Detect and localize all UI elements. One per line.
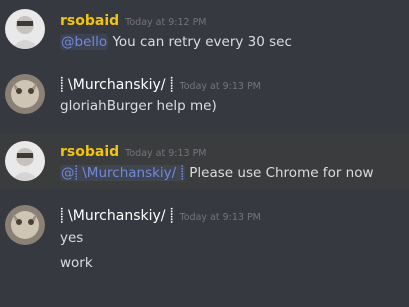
username[interactable]: ⸽ \Murchanskiy/ ⸽	[60, 77, 174, 93]
message-text: @⸽ \Murchanskiy/ ⸽ Please use Chrome for…	[60, 163, 374, 181]
message-group: ⸽ \Murchanskiy/ ⸽ Today at 9:13 PM yes wo…	[0, 193, 409, 307]
message-text: @bello You can retry every 30 sec	[60, 34, 292, 50]
avatar[interactable]	[5, 141, 45, 181]
chat-messages: rsobaid Today at 9:12 PM @bello You can r…	[0, 0, 409, 307]
message-group-highlighted: rsobaid Today at 9:13 PM @⸽ \Murchanskiy/…	[0, 134, 409, 189]
message-content: Please use Chrome for now	[189, 165, 374, 181]
timestamp: Today at 9:13 PM	[179, 212, 261, 223]
username[interactable]: rsobaid	[60, 13, 119, 29]
avatar[interactable]	[5, 74, 45, 114]
mention[interactable]: @⸽ \Murchanskiy/ ⸽	[60, 165, 185, 181]
timestamp: Today at 9:13 PM	[179, 81, 261, 92]
timestamp: Today at 9:13 PM	[125, 148, 207, 159]
message-text: gloriahBurger help me)	[60, 98, 217, 114]
username[interactable]: rsobaid	[60, 144, 119, 160]
message-group: ⸽ \Murchanskiy/ ⸽ Today at 9:13 PM gloria…	[0, 63, 409, 131]
username[interactable]: ⸽ \Murchanskiy/ ⸽	[60, 208, 174, 224]
avatar[interactable]	[5, 9, 45, 49]
timestamp: Today at 9:12 PM	[125, 17, 207, 28]
message-group: rsobaid Today at 9:12 PM @bello You can r…	[0, 0, 409, 60]
message-content: You can retry every 30 sec	[112, 34, 292, 50]
mention[interactable]: @bello	[60, 34, 109, 50]
message-text: work	[60, 255, 93, 271]
avatar[interactable]	[5, 205, 45, 245]
message-text: yes	[60, 230, 84, 246]
